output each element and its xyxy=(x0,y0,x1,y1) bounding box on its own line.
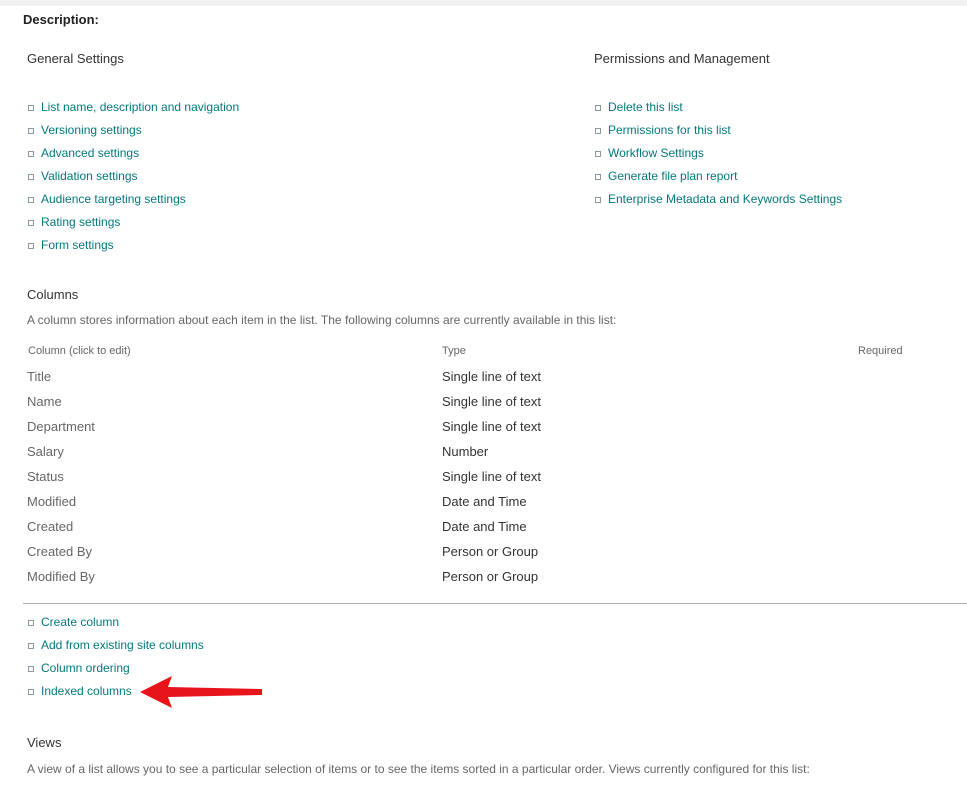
red-arrow-icon xyxy=(140,676,262,708)
column-header-name: Column (click to edit) xyxy=(28,345,131,357)
column-name-link[interactable]: Status xyxy=(27,469,64,484)
table-row: Created By Person or Group xyxy=(27,544,927,569)
square-bullet-icon xyxy=(595,105,601,111)
columns-divider xyxy=(23,603,967,604)
table-row: Modified Date and Time xyxy=(27,494,927,519)
table-row: Salary Number xyxy=(27,444,927,469)
square-bullet-icon xyxy=(28,105,34,111)
column-name-link[interactable]: Modified xyxy=(27,494,76,509)
link-generate-file-plan-report[interactable]: Generate file plan report xyxy=(608,169,737,184)
views-heading: Views xyxy=(27,735,62,750)
link-advanced-settings[interactable]: Advanced settings xyxy=(41,146,139,161)
link-enterprise-metadata-keywords[interactable]: Enterprise Metadata and Keywords Setting… xyxy=(608,192,842,207)
link-delete-list[interactable]: Delete this list xyxy=(608,100,683,115)
list-item: Permissions for this list xyxy=(594,123,842,146)
link-workflow-settings[interactable]: Workflow Settings xyxy=(608,146,704,161)
square-bullet-icon xyxy=(28,666,34,672)
table-row: Department Single line of text xyxy=(27,419,927,444)
link-list-name-description-navigation[interactable]: List name, description and navigation xyxy=(41,100,239,115)
table-row: Modified By Person or Group xyxy=(27,569,927,594)
square-bullet-icon xyxy=(28,243,34,249)
column-type: Single line of text xyxy=(442,469,542,484)
link-audience-targeting-settings[interactable]: Audience targeting settings xyxy=(41,192,186,207)
list-item: Delete this list xyxy=(594,100,842,123)
column-type: Person or Group xyxy=(442,544,539,559)
square-bullet-icon xyxy=(595,128,601,134)
column-type: Date and Time xyxy=(442,494,527,509)
link-rating-settings[interactable]: Rating settings xyxy=(41,215,120,230)
link-form-settings[interactable]: Form settings xyxy=(41,238,114,253)
list-item: Versioning settings xyxy=(27,123,239,146)
column-type: Single line of text xyxy=(442,394,542,409)
description-label: Description: xyxy=(23,12,99,27)
column-type: Date and Time xyxy=(442,519,527,534)
square-bullet-icon xyxy=(28,220,34,226)
column-type: Person or Group xyxy=(442,569,539,584)
table-row: Status Single line of text xyxy=(27,469,927,494)
column-name-link[interactable]: Title xyxy=(27,369,51,384)
link-indexed-columns[interactable]: Indexed columns xyxy=(41,684,132,699)
list-item: Advanced settings xyxy=(27,146,239,169)
columns-description: A column stores information about each i… xyxy=(27,313,617,327)
list-item: Generate file plan report xyxy=(594,169,842,192)
link-permissions-for-list[interactable]: Permissions for this list xyxy=(608,123,731,138)
list-item: Rating settings xyxy=(27,215,239,238)
column-header-type: Type xyxy=(442,345,466,357)
link-versioning-settings[interactable]: Versioning settings xyxy=(41,123,142,138)
square-bullet-icon xyxy=(595,151,601,157)
link-add-from-existing-site-columns[interactable]: Add from existing site columns xyxy=(41,638,204,653)
permissions-list: Delete this list Permissions for this li… xyxy=(594,100,842,215)
columns-heading: Columns xyxy=(27,287,79,302)
column-name-link[interactable]: Modified By xyxy=(27,569,95,584)
list-item: Audience targeting settings xyxy=(27,192,239,215)
square-bullet-icon xyxy=(28,620,34,626)
table-row: Created Date and Time xyxy=(27,519,927,544)
list-item: Create column xyxy=(27,615,204,638)
square-bullet-icon xyxy=(28,151,34,157)
square-bullet-icon xyxy=(28,197,34,203)
list-item: Validation settings xyxy=(27,169,239,192)
column-name-link[interactable]: Created xyxy=(27,519,73,534)
column-type: Single line of text xyxy=(442,369,542,384)
column-name-link[interactable]: Name xyxy=(27,394,62,409)
square-bullet-icon xyxy=(28,689,34,695)
list-item: Add from existing site columns xyxy=(27,638,204,661)
top-strip xyxy=(0,0,967,6)
column-name-link[interactable]: Created By xyxy=(27,544,92,559)
column-type: Number xyxy=(442,444,489,459)
column-name-link[interactable]: Salary xyxy=(27,444,64,459)
list-item: Enterprise Metadata and Keywords Setting… xyxy=(594,192,842,215)
square-bullet-icon xyxy=(28,174,34,180)
square-bullet-icon xyxy=(595,174,601,180)
views-description: A view of a list allows you to see a par… xyxy=(27,762,810,776)
link-create-column[interactable]: Create column xyxy=(41,615,119,630)
square-bullet-icon xyxy=(595,197,601,203)
permissions-heading: Permissions and Management xyxy=(594,51,770,66)
column-header-required: Required xyxy=(858,345,903,357)
link-column-ordering[interactable]: Column ordering xyxy=(41,661,130,676)
table-row: Title Single line of text xyxy=(27,369,927,394)
column-name-link[interactable]: Department xyxy=(27,419,95,434)
square-bullet-icon xyxy=(28,643,34,649)
general-settings-list: List name, description and navigation Ve… xyxy=(27,100,239,261)
general-settings-heading: General Settings xyxy=(27,51,124,66)
list-item: Form settings xyxy=(27,238,239,261)
list-item: List name, description and navigation xyxy=(27,100,239,123)
table-row: Name Single line of text xyxy=(27,394,927,419)
list-item: Workflow Settings xyxy=(594,146,842,169)
column-type: Single line of text xyxy=(442,419,542,434)
link-validation-settings[interactable]: Validation settings xyxy=(41,169,138,184)
square-bullet-icon xyxy=(28,128,34,134)
